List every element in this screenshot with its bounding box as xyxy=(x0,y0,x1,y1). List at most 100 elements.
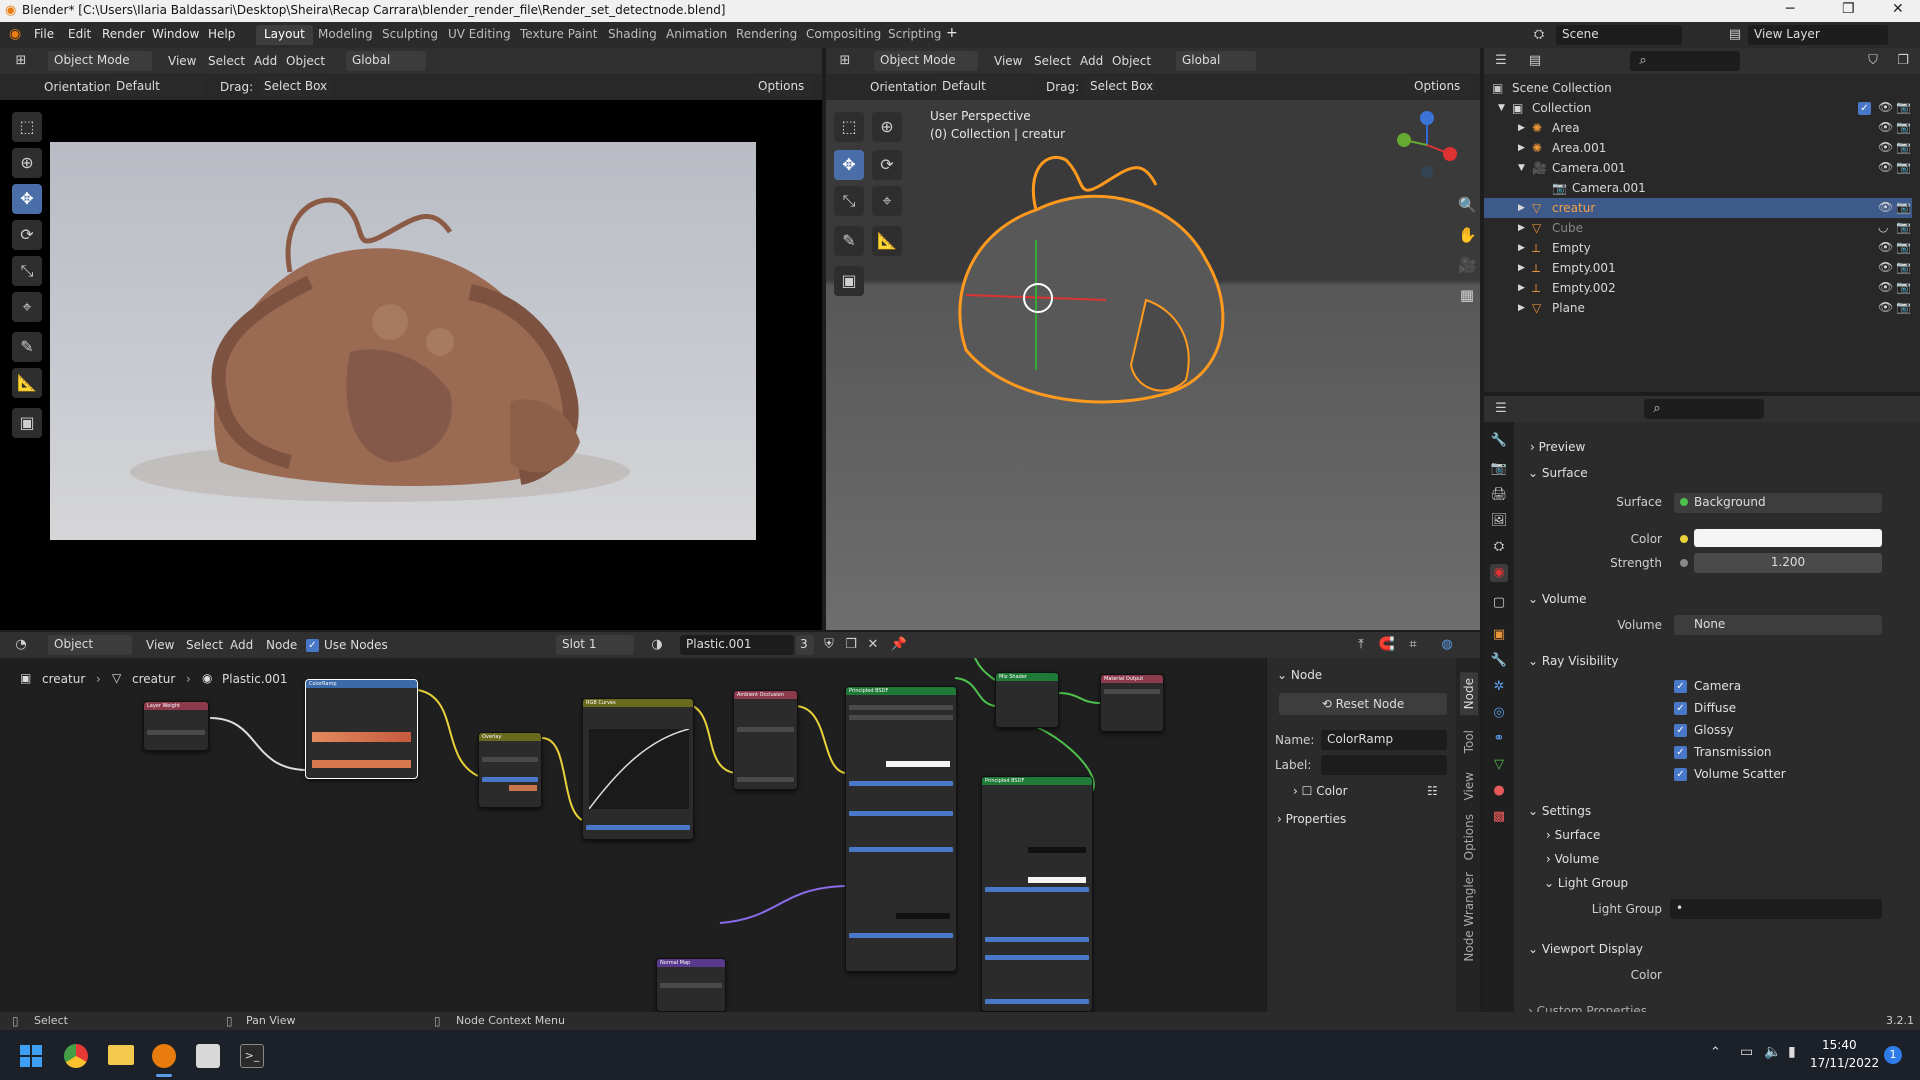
left-menu-add[interactable]: Add xyxy=(254,54,277,68)
section-preview[interactable]: › Preview xyxy=(1530,440,1585,454)
snap-target-icon[interactable]: ⌗ xyxy=(1404,636,1422,654)
outliner-item[interactable]: ▶ ✺ Area.001 👁 📷 xyxy=(1484,138,1912,158)
node-menu-add[interactable]: Add xyxy=(230,638,253,652)
color-list-icon[interactable]: ☷ xyxy=(1427,784,1438,798)
section-surface[interactable]: ⌄ Surface xyxy=(1528,466,1588,480)
reset-node-button[interactable]: ⟲ Reset Node xyxy=(1279,693,1447,715)
viewport-color-field[interactable] xyxy=(1670,965,1882,985)
ortho-grid-icon[interactable]: ▦ xyxy=(1458,286,1476,304)
collection-tab-icon[interactable]: ▢ xyxy=(1490,594,1508,612)
view-layer-field[interactable]: View Layer xyxy=(1748,25,1888,45)
chrome-icon[interactable] xyxy=(64,1044,88,1068)
visibility-eye-icon[interactable]: 👁 xyxy=(1878,100,1893,114)
node-menu-node[interactable]: Node xyxy=(266,638,297,652)
tab-animation[interactable]: Animation xyxy=(658,25,735,45)
display-mode-icon[interactable]: ▤ xyxy=(1526,52,1544,70)
editor-type-icon-3d[interactable]: ⊞ xyxy=(836,52,854,70)
expand-chevron-icon[interactable]: ▶ xyxy=(1518,143,1525,153)
render-camera-icon[interactable]: 📷 xyxy=(1896,200,1911,214)
node-canvas[interactable]: ▣ creatur › ▽ creatur › ◉ Plastic.001 La… xyxy=(0,658,1480,1012)
sidebar-tab-node-wrangler[interactable]: Node Wrangler xyxy=(1460,866,1478,968)
expand-chevron-icon[interactable]: ▶ xyxy=(1518,223,1525,233)
node-colorramp[interactable]: ColorRamp xyxy=(305,679,418,779)
expand-chevron-icon[interactable]: ▶ xyxy=(1518,203,1525,213)
visibility-eye-icon[interactable]: 👁 xyxy=(1878,240,1893,254)
taskbar-date[interactable]: 17/11/2022 xyxy=(1810,1056,1879,1070)
expand-chevron-icon[interactable]: ▶ xyxy=(1518,123,1525,133)
constraint-tab-icon[interactable]: ⚭ xyxy=(1490,730,1508,748)
left-options-button[interactable]: Options xyxy=(752,77,814,97)
render-camera-icon[interactable]: 📷 xyxy=(1896,100,1911,114)
file-explorer-icon[interactable] xyxy=(108,1045,134,1065)
scale-tool-icon[interactable]: ⤡ xyxy=(12,256,42,286)
ray-visibility-checkbox[interactable]: ✓ xyxy=(1674,768,1687,781)
outliner-scene-collection[interactable]: ▣ Scene Collection xyxy=(1484,78,1912,98)
outliner-item[interactable]: ▼ 🎥 Camera.001 👁 📷 xyxy=(1484,158,1912,178)
left-orientation-select[interactable]: Default xyxy=(110,77,206,97)
modifier-tab-icon[interactable]: 🔧 xyxy=(1490,652,1508,670)
ray-visibility-checkbox[interactable]: ✓ xyxy=(1674,746,1687,759)
sidebar-tab-node[interactable]: Node xyxy=(1460,672,1478,716)
world-tab-icon[interactable]: ◉ xyxy=(1490,564,1508,582)
snap-magnet-icon[interactable]: 🧲 xyxy=(1378,636,1396,654)
visibility-eye-icon[interactable]: 👁 xyxy=(1878,300,1893,314)
right-orientation-select[interactable]: Default xyxy=(936,77,1032,97)
volume-icon[interactable]: 🔈 xyxy=(1764,1044,1781,1060)
data-tab-icon[interactable]: ▽ xyxy=(1490,756,1508,774)
color-ramp-gradient[interactable] xyxy=(312,732,411,742)
left-menu-select[interactable]: Select xyxy=(208,54,245,68)
inkscape-icon[interactable] xyxy=(196,1044,220,1068)
slot-select[interactable]: Slot 1 xyxy=(556,635,634,655)
blender-taskbar-icon[interactable] xyxy=(152,1044,176,1068)
measure-tool-icon[interactable]: 📐 xyxy=(12,368,42,398)
left-menu-object[interactable]: Object xyxy=(286,54,325,68)
node-ambient-occlusion[interactable]: Ambient Occlusion xyxy=(733,690,798,790)
fake-user-shield-icon[interactable]: ⛨ xyxy=(820,636,838,654)
curve-graph[interactable] xyxy=(589,729,689,809)
left-mode-select[interactable]: Object Mode xyxy=(48,51,152,71)
properties-subpanel[interactable]: › Properties xyxy=(1277,812,1346,826)
select-box-tool-icon[interactable]: ⬚ xyxy=(12,112,42,142)
left-drag-select[interactable]: Select Box xyxy=(258,77,330,97)
menu-edit[interactable]: Edit xyxy=(68,27,91,41)
render-camera-icon[interactable]: 📷 xyxy=(1896,220,1911,234)
tab-rendering[interactable]: Rendering xyxy=(728,25,805,45)
node-name-input[interactable]: ColorRamp xyxy=(1321,730,1447,750)
blender-menu-icon[interactable]: ◉ xyxy=(9,26,21,42)
filter-icon[interactable]: ⛉ xyxy=(1864,52,1882,70)
node-principled-bsdf-2[interactable]: Principled BSDF xyxy=(981,776,1093,1012)
add-cube-tool-icon[interactable]: ▣ xyxy=(12,408,42,438)
3d-add-cube-tool-icon[interactable]: ▣ xyxy=(834,266,864,296)
taskbar-time[interactable]: 15:40 xyxy=(1822,1038,1857,1052)
strength-slider[interactable]: 1.200 xyxy=(1694,553,1882,573)
scene-field[interactable]: Scene xyxy=(1556,25,1682,45)
3d-move-tool-icon[interactable]: ✥ xyxy=(834,150,864,180)
settings-surface-sub[interactable]: › Surface xyxy=(1546,828,1600,842)
node-mix-shader[interactable]: Mix Shader xyxy=(995,672,1059,728)
outliner-editor-icon[interactable]: ☰ xyxy=(1492,52,1510,70)
section-volume[interactable]: ⌄ Volume xyxy=(1528,592,1587,606)
right-menu-object[interactable]: Object xyxy=(1112,54,1151,68)
visibility-eye-icon[interactable]: 👁 xyxy=(1878,140,1893,154)
properties-editor-icon[interactable]: ☰ xyxy=(1492,400,1510,418)
expand-chevron-icon[interactable]: ▶ xyxy=(1518,243,1525,253)
visibility-eye-icon[interactable]: 👁 xyxy=(1878,280,1893,294)
render-camera-icon[interactable]: 📷 xyxy=(1896,260,1911,274)
move-tool-icon[interactable]: ✥ xyxy=(12,184,42,214)
visibility-eye-icon[interactable]: ◡ xyxy=(1878,220,1888,234)
sidebar-tab-view[interactable]: View xyxy=(1460,766,1478,806)
tab-layout[interactable]: Layout xyxy=(256,25,313,45)
physics-tab-icon[interactable]: ◎ xyxy=(1490,704,1508,722)
notification-badge[interactable]: 1 xyxy=(1884,1046,1902,1064)
sidebar-tab-options[interactable]: Options xyxy=(1460,808,1478,866)
section-viewport-display[interactable]: ⌄ Viewport Display xyxy=(1528,942,1643,956)
right-options-button[interactable]: Options xyxy=(1408,77,1472,97)
zoom-icon[interactable]: 🔍 xyxy=(1458,196,1477,214)
display-tray-icon[interactable]: ▭ xyxy=(1740,1044,1753,1060)
visibility-eye-icon[interactable]: 👁 xyxy=(1878,260,1893,274)
tool-tab-icon[interactable]: 🔧 xyxy=(1490,432,1508,450)
visibility-eye-icon[interactable]: 👁 xyxy=(1878,200,1893,214)
editor-type-icon[interactable]: ⊞ xyxy=(12,52,30,70)
outliner-item[interactable]: ▶ ⟂ Empty.001 👁 📷 xyxy=(1484,258,1912,278)
menu-render[interactable]: Render xyxy=(102,27,145,41)
